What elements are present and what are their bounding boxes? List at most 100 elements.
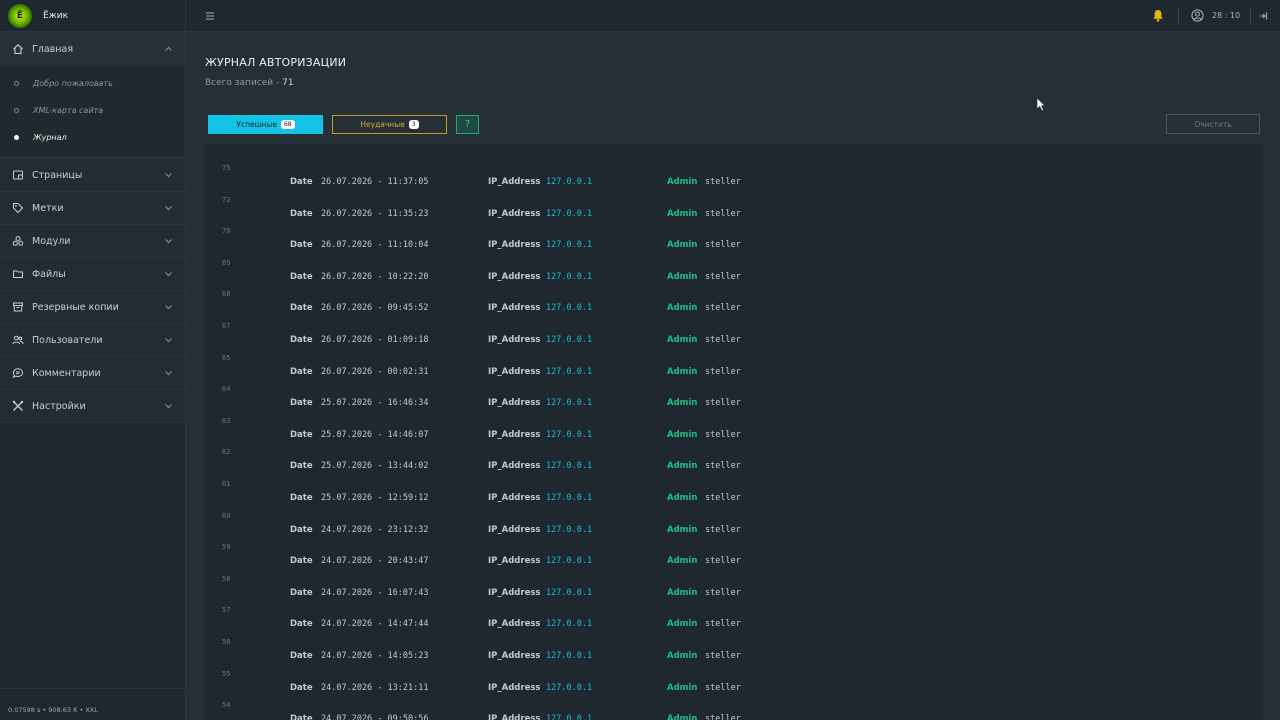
filter-success-button[interactable]: Успешные 68 [208,115,323,134]
log-role-value: Admin [667,398,698,409]
log-role-value: Admin [667,493,698,503]
log-row: 54 Date 24.07.2026 - 09:50:56 IP_Address 127… [204,701,1262,720]
log-date-value: 24.07.2026 - 14:47:44 [321,619,429,630]
date-label: Date [290,619,313,630]
brand[interactable]: Ё Ёжик [0,0,185,32]
sidebar-item-files[interactable]: Файлы [0,258,185,291]
log-ip-value: 127.0.0.1 [546,366,593,377]
log-row: 64 Date 25.07.2026 - 16:46:34 IP_Address 127… [204,385,1262,417]
log-ip-value: 127.0.0.1 [546,335,593,345]
log-date-value: 25.07.2026 - 16:46:34 [321,398,429,409]
menu-toggle-icon[interactable] [205,11,215,21]
log-ip-value: 127.0.0.1 [546,714,593,720]
users-icon [12,334,24,346]
sidebar-item-label: Модули [32,235,71,247]
submenu-item-label: Журнал [33,133,67,142]
bell-icon[interactable] [1152,9,1164,22]
log-ip-value: 127.0.0.1 [546,682,593,693]
date-label: Date [290,714,313,720]
log-role-value: Admin [667,461,698,472]
sidebar-item-main[interactable]: Главная [0,32,185,66]
ip-label: IP_Address [488,271,541,282]
date-label: Date [290,461,313,472]
date-label: Date [290,651,313,661]
log-date-value: 25.07.2026 - 13:44:02 [321,461,429,472]
bullet-icon [14,108,19,113]
submenu-item-sitemap[interactable]: XML-карта сайта [0,97,185,124]
log-role-value: Admin [667,714,698,720]
chevron-down-icon [165,173,172,178]
stats-footer: 0.07598 s • 908.63 K • XXL [0,688,186,720]
chevron-down-icon [165,371,172,376]
chevron-down-icon [165,404,172,409]
sidebar-item-pages[interactable]: Страницы [0,159,185,192]
log-user-value: steller [705,461,741,472]
log-entry-number: 55 [222,669,231,678]
ip-label: IP_Address [488,556,541,567]
ip-label: IP_Address [488,429,541,440]
pages-icon [12,169,24,181]
log-entry-number: 64 [222,385,231,394]
log-entry-number: 59 [222,543,231,552]
sidebar-item-settings[interactable]: Настройки [0,390,185,423]
log-role-value: Admin [667,177,698,187]
log-user-value: steller [705,398,741,409]
date-label: Date [290,208,313,219]
log-entry-number: 69 [222,258,231,267]
sidebar-item-backups[interactable]: Резервные копии [0,291,185,324]
log-entry-number: 70 [222,227,231,236]
log-ip-value: 127.0.0.1 [546,271,593,282]
sidebar-item-label: Настройки [32,400,86,412]
sidebar-item-users[interactable]: Пользователи [0,324,185,357]
sidebar-item-comments[interactable]: Комментарии [0,357,185,390]
log-entry-number: 57 [222,606,231,615]
sidebar: Ё Ёжик Главная Добро пожаловать XML-карт… [0,0,186,720]
log-user-value: steller [705,240,741,251]
date-label: Date [290,587,313,598]
tools-icon [12,400,24,412]
log-entry-number: 58 [222,574,231,583]
logout-icon[interactable] [1259,11,1269,21]
divider [1178,8,1179,24]
log-date-value: 24.07.2026 - 16:07:43 [321,587,429,598]
main-content: ЖУРНАЛ АВТОРИЗАЦИИ Всего записей - 71 Ус… [186,32,1280,720]
log-row: 56 Date 24.07.2026 - 14:05:23 IP_Address 127… [204,638,1262,670]
session-timer: 28 : 10 [1212,11,1241,20]
home-icon [12,43,24,55]
log-user-value: steller [705,682,741,693]
log-row: 65 Date 26.07.2026 - 00:02:31 IP_Address 127… [204,354,1262,386]
log-entry-number: 63 [222,416,231,425]
page-title: ЖУРНАЛ АВТОРИЗАЦИИ [205,56,347,69]
log-entry-number: 65 [222,353,231,362]
comment-icon [12,367,24,379]
help-button[interactable]: ? [456,115,479,134]
submenu-item-log[interactable]: Журнал [0,124,185,151]
filter-success-label: Успешные [236,120,277,129]
log-role-value: Admin [667,587,698,598]
log-role-value: Admin [667,240,698,251]
log-row: 55 Date 24.07.2026 - 13:21:11 IP_Address 127… [204,670,1262,702]
log-ip-value: 127.0.0.1 [546,303,593,314]
date-label: Date [290,366,313,377]
log-date-value: 24.07.2026 - 09:50:56 [321,714,429,720]
log-role-value: Admin [667,651,698,661]
sidebar-item-label: Файлы [32,268,66,280]
sidebar-item-tags[interactable]: Метки [0,192,185,225]
filter-failed-button[interactable]: Неудачные 3 [332,115,447,134]
log-row: 61 Date 25.07.2026 - 12:59:12 IP_Address 127… [204,480,1262,512]
ip-label: IP_Address [488,524,541,535]
auth-log-list: 75 Date 26.07.2026 - 11:37:05 IP_Address 127… [204,144,1262,720]
ip-label: IP_Address [488,177,541,187]
log-entry-number: 68 [222,290,231,299]
submenu-item-welcome[interactable]: Добро пожаловать [0,70,185,97]
log-user-value: steller [705,177,741,187]
date-label: Date [290,429,313,440]
log-ip-value: 127.0.0.1 [546,208,593,219]
user-circle-icon[interactable] [1191,9,1204,22]
submenu-item-label: XML-карта сайта [33,106,104,115]
chevron-down-icon [165,272,172,277]
log-entry-number: 72 [222,195,231,204]
log-user-value: steller [705,493,741,503]
sidebar-item-modules[interactable]: Модули [0,225,185,258]
clear-log-button[interactable]: Очистить [1166,114,1260,134]
